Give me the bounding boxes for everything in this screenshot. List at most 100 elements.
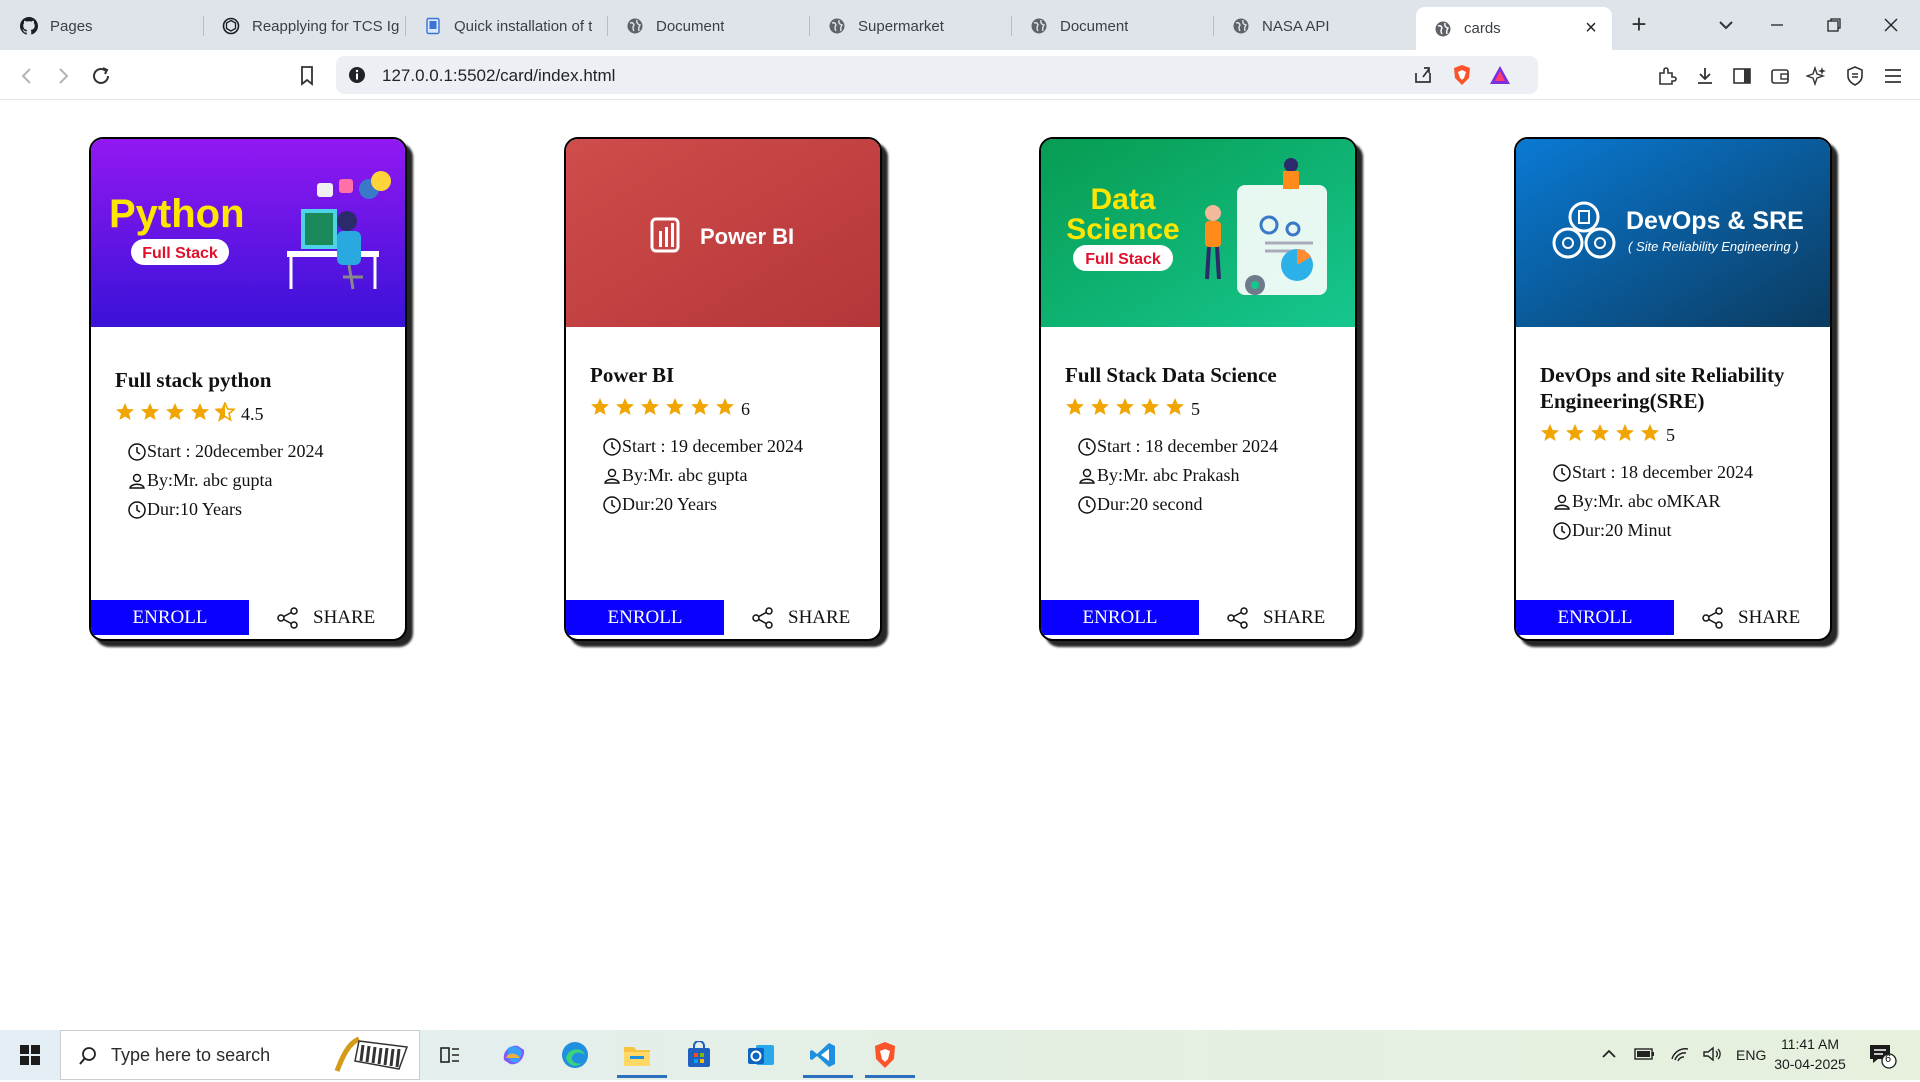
tab-nasa-api[interactable]: NASA API: [1214, 9, 1410, 43]
wallet-icon[interactable]: [1767, 63, 1793, 89]
stars: [1065, 397, 1190, 422]
new-tab-button[interactable]: +: [1626, 11, 1652, 38]
share-label: SHARE: [788, 606, 851, 628]
copilot-icon[interactable]: [493, 1038, 533, 1072]
share-label: SHARE: [1738, 606, 1801, 628]
outlook-icon[interactable]: [741, 1038, 781, 1072]
share-button[interactable]: SHARE: [1225, 600, 1325, 635]
stars: [590, 397, 740, 422]
enroll-button[interactable]: ENROLL: [91, 600, 249, 635]
duration: Dur:10 Years: [127, 495, 391, 524]
site-info-icon[interactable]: [348, 66, 366, 89]
chevron-up-icon[interactable]: [1600, 1045, 1618, 1066]
course-card-power-bi: Power BI Power BI 6 Start : 19 december …: [564, 137, 882, 641]
tab-document-2[interactable]: Document: [1012, 9, 1208, 43]
share-icon: [750, 605, 776, 631]
tab-cards[interactable]: cards ×: [1416, 7, 1612, 50]
enroll-button[interactable]: ENROLL: [566, 600, 724, 635]
stars: [115, 401, 240, 427]
tab-pages[interactable]: Pages: [2, 9, 198, 43]
course-meta: Start : 20december 2024 By:Mr. abc gupta…: [127, 437, 391, 524]
taskbar-search-input[interactable]: Type here to search: [60, 1030, 420, 1080]
svg-text:Science: Science: [1066, 213, 1179, 246]
duration-text: Dur:10 Years: [147, 499, 243, 519]
tab-reapplying[interactable]: Reapplying for TCS Ig: [204, 9, 400, 43]
chevron-down-icon[interactable]: [1714, 14, 1738, 36]
enroll-button[interactable]: ENROLL: [1516, 600, 1674, 635]
star-icon: [1066, 397, 1084, 415]
tab-quick-installation[interactable]: Quick installation of t: [406, 9, 602, 43]
star-icon: [141, 402, 159, 420]
course-meta: Start : 18 december 2024 By:Mr. abc oMKA…: [1552, 458, 1816, 545]
windows-start-icon[interactable]: [10, 1040, 50, 1070]
reload-button[interactable]: [88, 63, 114, 89]
star-rating: 5: [1540, 423, 1816, 446]
card-body: DevOps and site Reliability Engineering(…: [1540, 362, 1816, 545]
star-icon: [1566, 423, 1584, 441]
extensions-icon[interactable]: [1654, 63, 1680, 89]
share-button[interactable]: SHARE: [1700, 600, 1800, 635]
clock-icon: [1552, 463, 1572, 483]
task-view-icon[interactable]: [430, 1038, 470, 1072]
course-title: Full stack python: [115, 368, 272, 392]
vscode-icon[interactable]: [803, 1038, 853, 1078]
clock[interactable]: 11:41 AM 30-04-2025: [1765, 1034, 1855, 1074]
edge-browser-icon[interactable]: [555, 1038, 595, 1072]
file-explorer-icon[interactable]: [617, 1038, 667, 1078]
user-icon: [127, 471, 147, 491]
browser-tab-bar: Pages Reapplying for TCS Ig Quick instal…: [0, 0, 1920, 50]
share-page-icon[interactable]: [1412, 64, 1434, 91]
share-button[interactable]: SHARE: [750, 600, 850, 635]
menu-icon[interactable]: [1880, 63, 1906, 89]
duration: Dur:20 Years: [602, 490, 866, 519]
sidebar-icon[interactable]: [1729, 63, 1755, 89]
instructor-text: By:Mr. abc gupta: [622, 465, 748, 485]
download-icon[interactable]: [1692, 63, 1718, 89]
close-icon[interactable]: ×: [1582, 18, 1600, 38]
battery-icon[interactable]: [1634, 1046, 1656, 1065]
tab-document-1[interactable]: Document: [608, 9, 804, 43]
wifi-icon[interactable]: [1670, 1045, 1690, 1066]
tab-label: Quick installation of t: [454, 17, 593, 35]
globe-icon: [1030, 17, 1048, 35]
brave-rewards-icon[interactable]: [1489, 65, 1511, 90]
back-button[interactable]: [14, 63, 40, 89]
tab-label: Supermarket: [858, 17, 944, 35]
taskbar: Type here to search ENG 11:41 AM 30-04-2…: [0, 1030, 1920, 1080]
brave-browser-icon[interactable]: [865, 1038, 915, 1078]
clock-icon: [602, 495, 622, 515]
instructor-text: By:Mr. abc Prakash: [1097, 465, 1240, 485]
brave-shield-icon[interactable]: [1451, 63, 1473, 92]
enroll-button[interactable]: ENROLL: [1041, 600, 1199, 635]
forward-button[interactable]: [50, 63, 76, 89]
volume-icon[interactable]: [1702, 1045, 1722, 1066]
clock-icon: [1077, 495, 1097, 515]
globe-icon: [1434, 20, 1452, 38]
share-button[interactable]: SHARE: [275, 600, 375, 635]
card-body: Full stack python 4.5 Start : 20december…: [115, 367, 391, 524]
start-date: Start : 19 december 2024: [602, 432, 866, 461]
address-bar[interactable]: 127.0.0.1:5502/card/index.html: [336, 56, 1538, 94]
close-window-button[interactable]: [1871, 10, 1911, 40]
leo-ai-icon[interactable]: [1804, 63, 1830, 89]
share-icon: [275, 605, 301, 631]
globe-icon: [828, 17, 846, 35]
notifications-icon[interactable]: 6: [1868, 1042, 1898, 1075]
course-meta: Start : 19 december 2024 By:Mr. abc gupt…: [602, 432, 866, 519]
bookmark-icon[interactable]: [294, 63, 320, 89]
tab-label: Document: [656, 17, 725, 35]
tab-label: Pages: [50, 17, 93, 35]
course-card-data-science: Data Science Full Stack Full Stack Data …: [1039, 137, 1357, 641]
svg-text:Data: Data: [1090, 183, 1155, 216]
vpn-shield-icon[interactable]: [1842, 63, 1868, 89]
tab-supermarket[interactable]: Supermarket: [810, 9, 1006, 43]
minimize-button[interactable]: [1757, 10, 1797, 40]
microsoft-store-icon[interactable]: [679, 1038, 719, 1072]
course-title: Full Stack Data Science: [1065, 363, 1277, 387]
system-tray: ENG: [1600, 1030, 1766, 1080]
language-indicator[interactable]: ENG: [1736, 1047, 1766, 1063]
restore-button[interactable]: [1814, 10, 1854, 40]
star-icon: [191, 402, 209, 420]
duration-text: Dur:20 second: [1097, 494, 1203, 514]
course-card-python: Python Full Stack Full stack python 4.5 …: [89, 137, 407, 641]
